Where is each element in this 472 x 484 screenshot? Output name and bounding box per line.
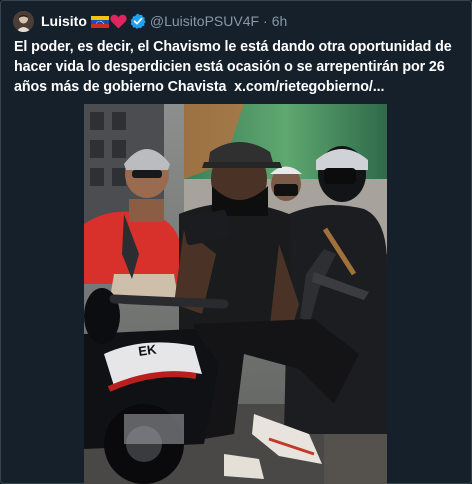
- author-display-name[interactable]: Luisito: [41, 13, 87, 29]
- tweet-link[interactable]: x.com/rietegobierno/...: [234, 79, 384, 95]
- tweet-timestamp[interactable]: 6h: [272, 13, 288, 29]
- tweet-header: Luisito @LuisitoPSUV4F · 6h: [13, 10, 287, 32]
- tweet-text: El poder, es decir, el Chavismo le está …: [14, 37, 462, 97]
- verified-badge-icon: [130, 13, 146, 29]
- red-heart-icon: [110, 14, 127, 29]
- tweet-body: El poder, es decir, el Chavismo le está …: [14, 39, 452, 95]
- author-handle[interactable]: @LuisitoPSUV4F: [150, 13, 259, 29]
- tweet-photo[interactable]: EK: [84, 104, 387, 484]
- svg-text:EK: EK: [137, 342, 158, 359]
- separator-dot: ·: [263, 13, 268, 29]
- tweet-card[interactable]: Luisito @LuisitoPSUV4F · 6h El poder, es…: [0, 0, 472, 484]
- author-avatar[interactable]: [13, 10, 34, 32]
- venezuela-flag-icon: [90, 15, 109, 28]
